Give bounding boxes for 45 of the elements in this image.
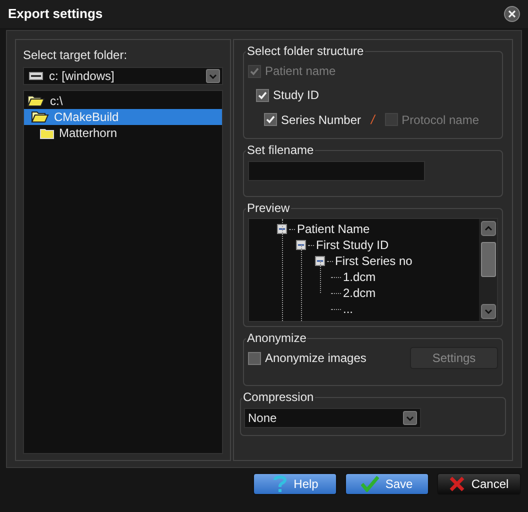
folder-item[interactable]: CMakeBuild <box>24 109 222 125</box>
minus-toggle-icon[interactable] <box>296 240 306 250</box>
close-button[interactable] <box>504 6 520 22</box>
help-button[interactable]: Help <box>253 473 337 495</box>
close-icon <box>508 10 516 18</box>
tree-node-label: First Study ID <box>316 237 389 254</box>
folder-icon <box>40 128 54 138</box>
cancel-button[interactable]: Cancel <box>437 473 521 495</box>
folder-item[interactable]: Matterhorn <box>24 125 222 141</box>
minus-toggle-icon[interactable] <box>277 224 287 234</box>
folder-item[interactable]: c:\ <box>24 93 222 109</box>
checkbox-label: Anonymize images <box>265 350 366 367</box>
checkbox[interactable] <box>248 352 261 364</box>
open-folder-icon <box>27 95 45 107</box>
tree-node-label: Patient Name <box>297 221 370 238</box>
group-title: Compression <box>242 389 315 406</box>
tree-node-label: First Series no <box>335 253 412 270</box>
field-label: Select target folder: <box>23 47 128 64</box>
checkbox-label: Series Number <box>281 112 362 129</box>
window-title: Export settings <box>8 5 103 24</box>
group-title: Anonymize <box>246 330 308 347</box>
tree-node-label: 1.dcm <box>343 269 376 286</box>
question-mark-icon <box>272 475 288 493</box>
open-folder-icon <box>31 111 49 123</box>
checkmark-icon <box>361 476 380 492</box>
save-button[interactable]: Save <box>345 473 429 495</box>
checkbox-label: Patient name <box>265 63 336 80</box>
group-title: Preview <box>246 200 291 217</box>
checkbox-label: Protocol name <box>402 112 480 129</box>
group-title: Set filename <box>246 142 315 159</box>
checkbox-label: Study ID <box>273 87 320 104</box>
checkbox[interactable] <box>256 88 269 102</box>
drive-icon <box>29 72 43 80</box>
compression-dropdown[interactable]: None <box>244 408 421 428</box>
scroll-thumb[interactable] <box>480 242 496 277</box>
cross-icon <box>449 476 466 492</box>
tree-node-label: 2.dcm <box>343 285 376 302</box>
drive-dropdown[interactable]: c: [windows] <box>23 67 223 85</box>
minus-toggle-icon[interactable] <box>315 256 325 266</box>
checkbox[interactable] <box>264 113 277 126</box>
filename-field[interactable] <box>248 161 425 181</box>
tree-node-label: ... <box>343 301 354 318</box>
group-title: Select folder structure <box>246 43 365 60</box>
scrollbar[interactable] <box>479 219 497 321</box>
separator-slash: / <box>371 111 375 129</box>
